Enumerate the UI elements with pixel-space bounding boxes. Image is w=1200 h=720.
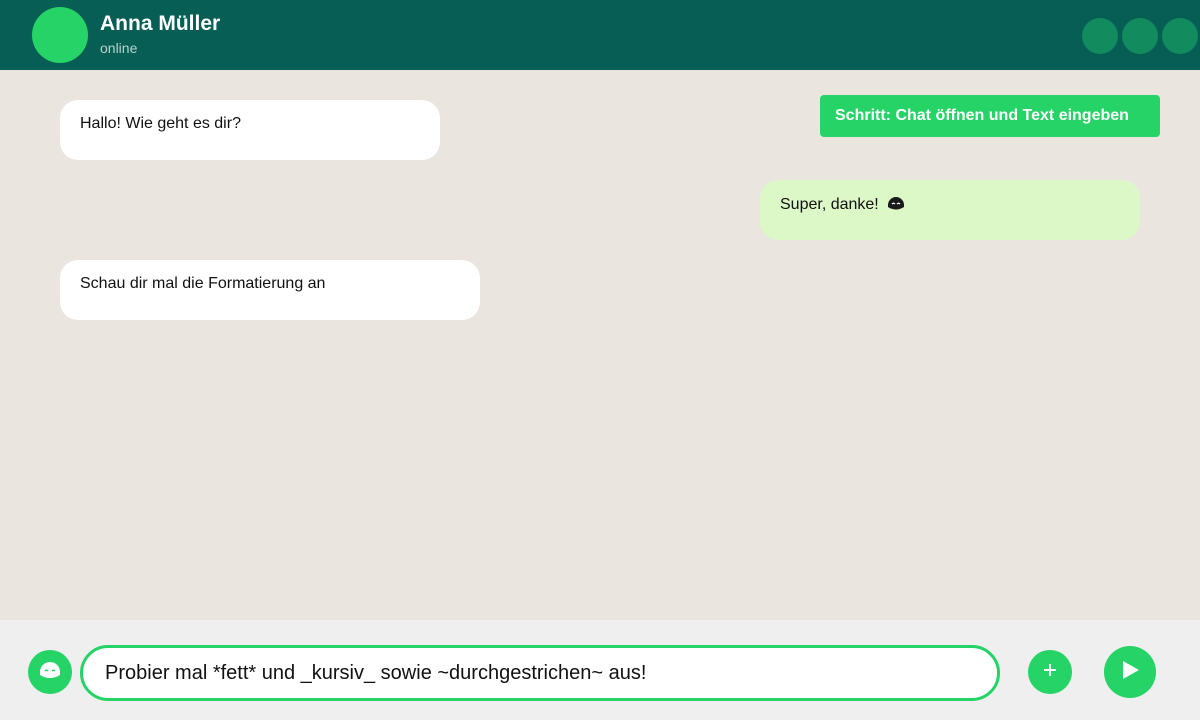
step-label: Schritt: Chat öffnen und Text eingeben <box>820 95 1160 137</box>
header-action-button-3[interactable] <box>1162 18 1198 54</box>
message-incoming: Hallo! Wie geht es dir? <box>60 100 440 160</box>
message-incoming: Schau dir mal die Formatierung an <box>60 260 480 320</box>
message-composer <box>0 620 1200 720</box>
message-text: Schau dir mal die Formatierung an <box>80 275 326 292</box>
contact-name[interactable]: Anna Müller <box>100 12 220 36</box>
smiling-face-icon <box>887 195 905 216</box>
send-button[interactable] <box>1104 646 1156 698</box>
emoji-button[interactable] <box>28 650 72 694</box>
avatar[interactable] <box>32 7 88 63</box>
smiley-icon <box>38 659 62 686</box>
send-icon <box>1119 659 1141 686</box>
message-outgoing: Super, danke! <box>760 180 1140 240</box>
header-action-button-2[interactable] <box>1122 18 1158 54</box>
plus-icon <box>1043 663 1057 682</box>
message-input[interactable] <box>80 645 1000 701</box>
message-text: Super, danke! <box>780 196 879 213</box>
contact-status: online <box>100 40 138 56</box>
attach-button[interactable] <box>1028 650 1072 694</box>
chat-app: Anna Müller online Schritt: Chat öffnen … <box>0 0 1200 720</box>
message-text: Hallo! Wie geht es dir? <box>80 115 241 132</box>
header-action-button-1[interactable] <box>1082 18 1118 54</box>
chat-header: Anna Müller online <box>0 0 1200 70</box>
